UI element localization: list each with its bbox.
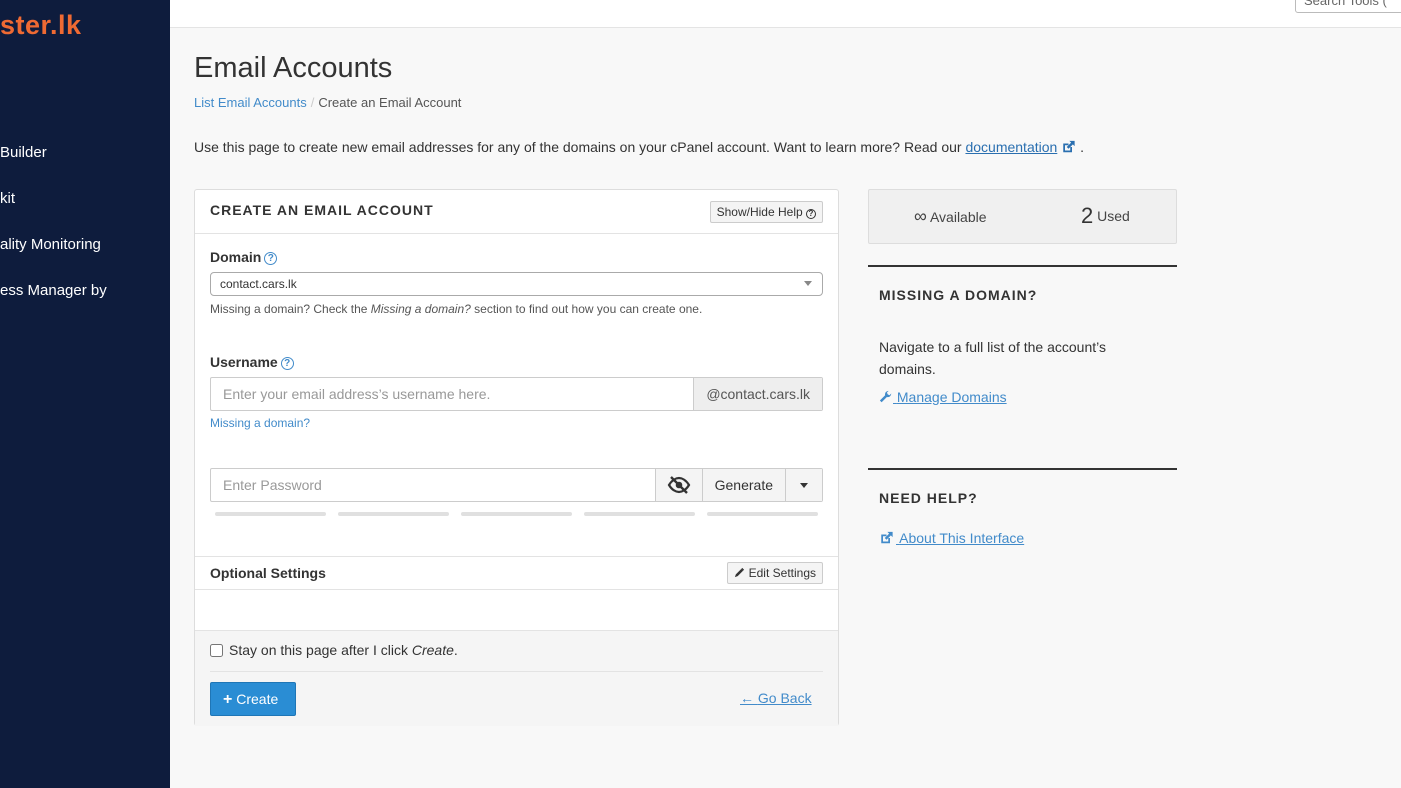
password-strength-bar-1 — [215, 512, 326, 516]
username-input[interactable]: Enter your email address’s username here… — [211, 378, 693, 410]
stay-on-page-option[interactable]: Stay on this page after I click Create. — [210, 642, 458, 658]
sidebar-item-quality-monitoring[interactable]: ality Monitoring — [0, 236, 101, 253]
missing-domain-divider — [868, 265, 1177, 267]
domain-label: Domain? — [210, 249, 278, 265]
create-button[interactable]: + Create — [210, 682, 296, 716]
optional-settings-row: Optional Settings Edit Settings — [195, 556, 838, 590]
username-input-group: Enter your email address’s username here… — [210, 377, 823, 411]
breadcrumb-separator: / — [310, 95, 315, 110]
username-domain-suffix: @contact.cars.lk — [693, 378, 822, 410]
intro-suffix: . — [1076, 139, 1084, 155]
panel-header: CREATE AN EMAIL ACCOUNT Show/Hide Help ? — [195, 190, 838, 234]
stay-emphasis: Create — [411, 642, 454, 658]
domain-hint: Missing a domain? Check the Missing a do… — [210, 302, 702, 316]
domain-select[interactable]: contact.cars.lk — [210, 272, 823, 296]
sidebar: ster.lk Builder kit ality Monitoring ess… — [0, 0, 170, 788]
missing-domain-text: Navigate to a full list of the account’s… — [879, 339, 1106, 377]
password-strength-bar-4 — [584, 512, 695, 516]
create-button-label: Create — [236, 691, 279, 707]
stay-suffix: . — [453, 642, 458, 658]
toggle-password-visibility-button[interactable] — [654, 469, 702, 501]
intro-text: Use this page to create new email addres… — [194, 139, 1084, 155]
available-stat: ∞ Available — [914, 206, 987, 227]
breadcrumb: List Email Accounts / Create an Email Acco… — [194, 95, 461, 110]
generate-password-button[interactable]: Generate — [701, 469, 785, 501]
used-count: 2 — [1081, 203, 1094, 228]
domain-label-text: Domain — [210, 249, 262, 265]
external-link-icon — [1063, 140, 1075, 153]
create-email-panel: CREATE AN EMAIL ACCOUNT Show/Hide Help ?… — [194, 189, 839, 726]
breadcrumb-list-email-accounts[interactable]: List Email Accounts — [194, 95, 307, 110]
panel-title: CREATE AN EMAIL ACCOUNT — [210, 202, 434, 218]
available-label: Available — [929, 209, 987, 225]
domain-hint-suffix: section to find out how you can create o… — [470, 302, 703, 316]
used-label: Used — [1097, 208, 1130, 224]
accounts-stats: ∞ Available 2 Used — [868, 189, 1177, 244]
missing-domain-link[interactable]: Missing a domain? — [210, 416, 310, 430]
show-hide-help-label: Show/Hide Help — [716, 205, 803, 219]
brand-logo[interactable]: ster.lk — [0, 10, 82, 41]
domain-selected-value: contact.cars.lk — [220, 277, 297, 291]
search-tools-input[interactable]: Search Tools ( — [1295, 0, 1401, 13]
password-input[interactable]: Enter Password — [211, 469, 655, 501]
password-strength-bar-3 — [461, 512, 572, 516]
username-label-text: Username — [210, 354, 278, 370]
wrench-icon — [879, 390, 892, 403]
documentation-link[interactable]: documentation — [965, 139, 1057, 155]
external-link-icon — [881, 531, 893, 544]
password-strength-bar-2 — [338, 512, 449, 516]
caret-down-icon — [800, 483, 808, 488]
breadcrumb-current: Create an Email Account — [318, 95, 462, 110]
generate-options-dropdown[interactable] — [785, 469, 822, 501]
arrow-left-icon: ← — [740, 690, 754, 706]
about-this-interface-label: About This Interface — [899, 530, 1025, 546]
manage-domains-label: Manage Domains — [896, 389, 1007, 405]
intro-sentence: Use this page to create new email addres… — [194, 139, 966, 155]
infinity-icon: ∞ — [914, 206, 927, 226]
username-label: Username? — [210, 354, 294, 370]
password-input-group: Enter Password Generate — [210, 468, 823, 502]
show-hide-help-button[interactable]: Show/Hide Help ? — [709, 201, 823, 223]
password-strength-bar-5 — [707, 512, 818, 516]
chevron-down-icon — [804, 281, 812, 286]
need-help-divider — [868, 468, 1177, 470]
sidebar-item-site-builder[interactable]: Builder — [0, 144, 47, 161]
sidebar-item-access-manager[interactable]: ess Manager by — [0, 282, 107, 299]
go-back-label: Go Back — [757, 690, 812, 706]
stay-prefix: Stay on this page after I click — [229, 642, 412, 658]
missing-domain-title: MISSING A DOMAIN? — [879, 287, 1038, 303]
edit-settings-button[interactable]: Edit Settings — [727, 562, 823, 584]
form-footer: Stay on this page after I click Create. … — [195, 630, 838, 726]
plus-icon: + — [223, 691, 233, 708]
domain-hint-prefix: Missing a domain? Check the — [210, 302, 371, 316]
page-title: Email Accounts — [194, 52, 393, 84]
domain-help-icon[interactable]: ? — [264, 252, 278, 265]
top-header: Search Tools ( — [170, 0, 1401, 28]
username-help-icon[interactable]: ? — [280, 357, 294, 370]
edit-settings-label: Edit Settings — [748, 566, 816, 580]
question-circle-icon: ? — [806, 209, 816, 219]
go-back-link[interactable]: ← Go Back — [740, 690, 812, 706]
domain-hint-emphasis: Missing a domain? — [370, 302, 471, 316]
stay-on-page-checkbox[interactable] — [210, 644, 223, 657]
manage-domains-link[interactable]: Manage Domains — [879, 389, 1007, 405]
eye-slash-icon — [667, 476, 690, 494]
sidebar-item-toolkit[interactable]: kit — [0, 190, 15, 207]
optional-settings-label: Optional Settings — [210, 565, 326, 581]
pencil-icon — [735, 567, 745, 578]
used-stat: 2 Used — [1081, 203, 1130, 229]
need-help-title: NEED HELP? — [879, 490, 978, 506]
about-this-interface-link[interactable]: About This Interface — [879, 530, 1024, 546]
footer-divider — [210, 671, 823, 672]
